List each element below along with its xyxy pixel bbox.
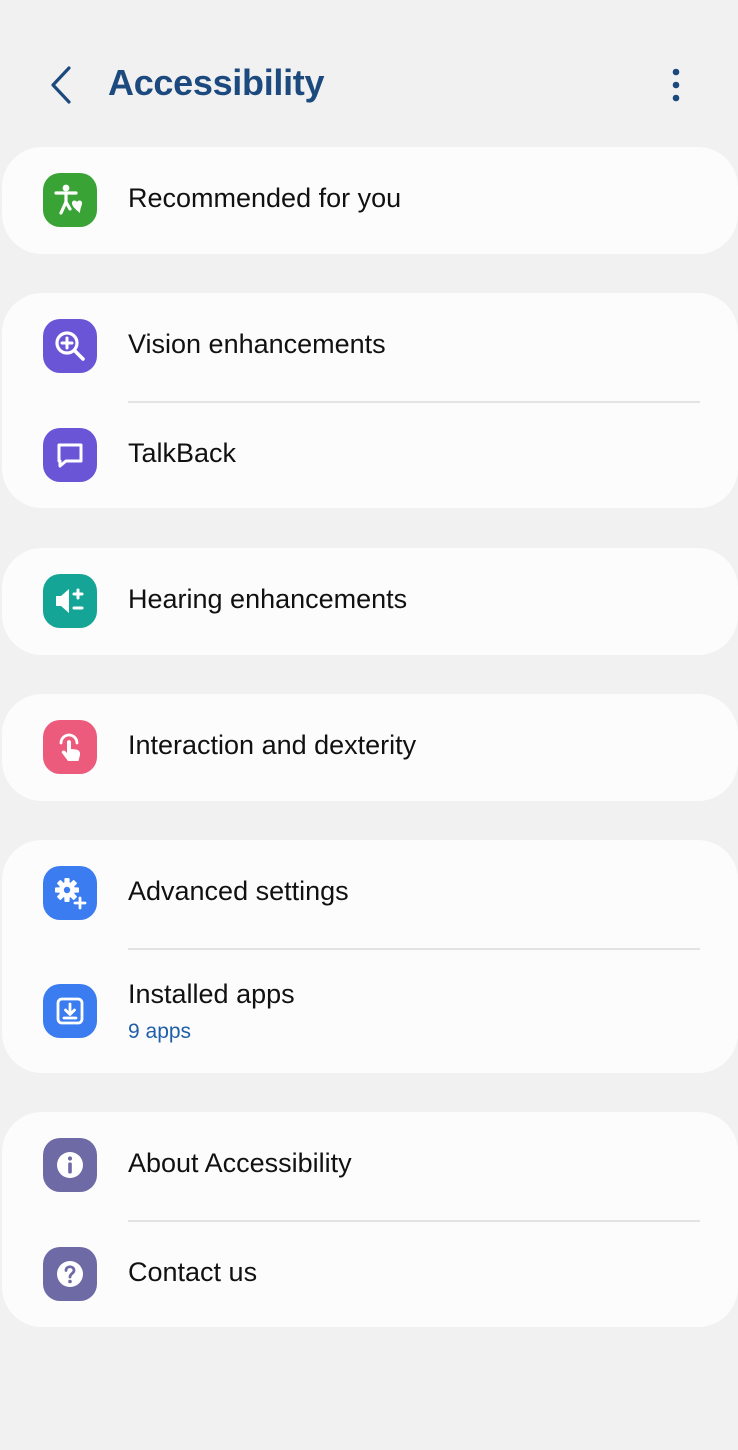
magnifier-plus-icon: [43, 319, 97, 373]
menu-item-interaction-dexterity[interactable]: Interaction and dexterity: [2, 694, 738, 800]
chevron-left-icon: [51, 66, 71, 104]
gear-plus-icon: [43, 866, 97, 920]
download-tray-icon: [43, 984, 97, 1038]
card-hearing: Hearing enhancements: [2, 548, 738, 655]
page-title: Accessibility: [108, 62, 325, 103]
touch-hand-icon: [43, 720, 97, 774]
card-about: About Accessibility Contact us: [2, 1112, 738, 1327]
menu-item-recommended[interactable]: Recommended for you: [2, 147, 738, 253]
card-recommended: Recommended for you: [2, 147, 738, 254]
card-vision: Vision enhancements TalkBack: [2, 293, 738, 508]
menu-item-label: Recommended for you: [128, 183, 402, 213]
menu-item-label: Vision enhancements: [128, 329, 386, 359]
menu-item-hearing-enhancements[interactable]: Hearing enhancements: [2, 548, 738, 654]
installed-apps-count: 9 apps: [128, 1020, 192, 1043]
info-icon: [43, 1138, 97, 1192]
app-bar: Accessibility: [0, 0, 738, 150]
accessibility-screen: Accessibility Recommended for you Vision…: [0, 0, 738, 1450]
menu-item-advanced-settings[interactable]: Advanced settings: [2, 840, 738, 946]
menu-item-installed-apps[interactable]: Installed apps 9 apps: [2, 949, 738, 1073]
menu-item-about-accessibility[interactable]: About Accessibility: [2, 1112, 738, 1218]
menu-item-talkback[interactable]: TalkBack: [2, 402, 738, 508]
card-advanced: Advanced settings Installed apps 9 apps: [2, 840, 738, 1073]
menu-item-label: Interaction and dexterity: [128, 730, 417, 760]
menu-item-label: About Accessibility: [128, 1148, 352, 1178]
back-button[interactable]: [36, 58, 86, 112]
card-interaction: Interaction and dexterity: [2, 694, 738, 801]
more-options-button[interactable]: [652, 60, 700, 110]
more-vertical-icon: [672, 68, 680, 102]
speaker-plus-minus-icon: [43, 574, 97, 628]
menu-item-label: Installed apps: [128, 979, 295, 1009]
accessibility-heart-icon: [43, 173, 97, 227]
question-icon: [43, 1247, 97, 1301]
menu-item-label: TalkBack: [128, 438, 237, 468]
menu-item-label: Hearing enhancements: [128, 584, 408, 614]
menu-item-label: Advanced settings: [128, 876, 349, 906]
menu-item-vision-enhancements[interactable]: Vision enhancements: [2, 293, 738, 399]
menu-item-label: Contact us: [128, 1257, 258, 1287]
speech-bubble-icon: [43, 428, 97, 482]
menu-item-contact-us[interactable]: Contact us: [2, 1221, 738, 1327]
